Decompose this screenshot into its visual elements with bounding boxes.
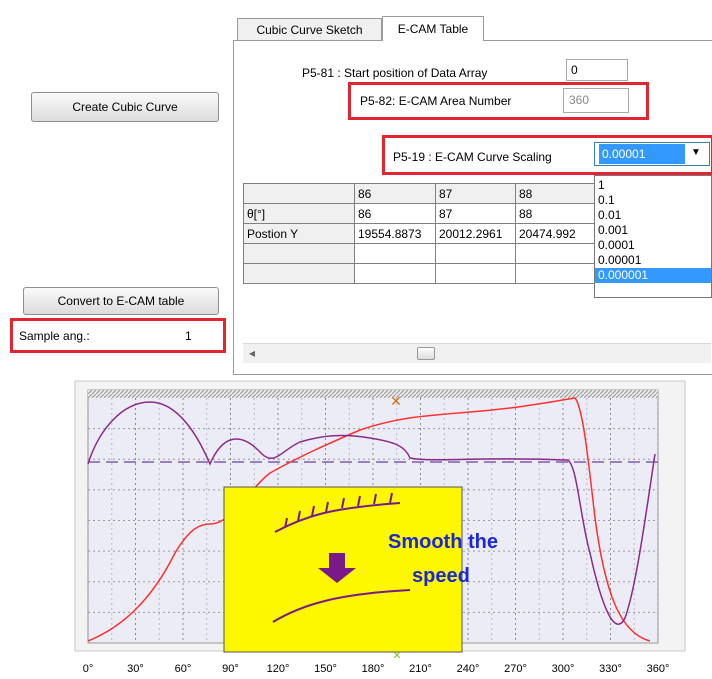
row-label: θ[°] [243, 203, 355, 224]
scaling-option[interactable]: 0.00001 [595, 253, 711, 268]
x-tick-label: 240° [457, 663, 480, 675]
chart-top-hatch [88, 390, 658, 398]
x-tick-label: 330° [599, 663, 622, 675]
table-header-cell: 87 [435, 183, 516, 204]
p5-19-label: P5-19 : E-CAM Curve Scaling [393, 150, 552, 164]
scaling-option-highlighted[interactable]: 0.000001 [595, 268, 711, 283]
scaling-option[interactable]: 0.1 [595, 193, 711, 208]
marker-bottom-icon: ✕ [392, 650, 401, 662]
x-tick-label: 90° [222, 663, 239, 675]
scaling-option[interactable]: 0.0001 [595, 238, 711, 253]
x-axis-tick-labels: 0° 30° 60° 90° 120° 150° 180° 210° 240° 270° 300° 3… [83, 663, 670, 675]
x-tick-label: 210° [409, 663, 432, 675]
chevron-down-icon[interactable]: ▼ [691, 147, 701, 158]
table-cell[interactable] [515, 243, 596, 264]
x-tick-label: 300° [552, 663, 575, 675]
table-header-cell: 86 [354, 183, 436, 204]
table-cell[interactable]: 86 [354, 203, 436, 224]
x-tick-label: 0° [83, 663, 94, 675]
table-cell[interactable]: 20474.992 [515, 223, 596, 244]
table-row: Postion Y 19554.8873 20012.2961 20474.99… [243, 223, 596, 244]
table-cell[interactable]: 20012.2961 [435, 223, 516, 244]
table-cell[interactable] [515, 263, 596, 284]
x-tick-label: 30° [127, 663, 144, 675]
table-cell[interactable] [354, 263, 436, 284]
table-cell[interactable]: 88 [515, 203, 596, 224]
curve-scaling-options: 1 0.1 0.01 0.001 0.0001 0.00001 0.000001 [594, 175, 712, 298]
smooth-speed-callout: Smooth the speed [223, 486, 498, 653]
table-cell[interactable] [435, 263, 516, 284]
tab-cubic-curve-sketch[interactable]: Cubic Curve Sketch [237, 18, 382, 40]
table-row [243, 263, 596, 284]
x-tick-label: 270° [504, 663, 527, 675]
curve-scaling-select[interactable]: 0.00001 ▼ [594, 142, 710, 166]
table-cell[interactable]: 87 [435, 203, 516, 224]
p5-82-label: P5-82: E-CAM Area Number [360, 94, 512, 108]
x-tick-label: 60° [175, 663, 192, 675]
scaling-option[interactable]: 0.001 [595, 223, 711, 238]
table-cell[interactable] [435, 243, 516, 264]
table-header-row: 86 87 88 [243, 183, 596, 204]
cam-curve-chart: ✕ Smooth the speed ✕ 0° 30° 60° 90° 120° 150°… [74, 380, 686, 675]
scroll-left-icon[interactable]: ◂ [249, 346, 255, 360]
tab-ecam-table[interactable]: E-CAM Table [382, 16, 484, 41]
sample-angle-input[interactable]: 1 [185, 329, 215, 343]
callout-text-line1: Smooth the [388, 531, 498, 553]
scrollbar-thumb[interactable] [417, 347, 435, 360]
table-cell[interactable]: 19554.8873 [354, 223, 436, 244]
scaling-option[interactable]: 0.01 [595, 208, 711, 223]
create-cubic-curve-button[interactable]: Create Cubic Curve [31, 92, 219, 122]
table-corner-cell [243, 183, 355, 204]
table-row: θ[°] 86 87 88 [243, 203, 596, 224]
x-tick-label: 180° [362, 663, 385, 675]
table-header-cell: 88 [515, 183, 596, 204]
x-tick-label: 360° [647, 663, 670, 675]
x-tick-label: 120° [267, 663, 290, 675]
p5-81-input[interactable]: 0 [566, 59, 628, 81]
x-tick-label: 150° [314, 663, 337, 675]
sample-angle-label: Sample ang.: [19, 329, 90, 343]
p5-81-label: P5-81 : Start position of Data Array [302, 66, 488, 80]
row-label [243, 263, 355, 284]
table-row [243, 243, 596, 264]
marker-x-icon: ✕ [390, 393, 402, 409]
convert-ecam-table-button[interactable]: Convert to E-CAM table [23, 287, 219, 315]
scaling-option[interactable]: 1 [595, 178, 711, 193]
sample-angle-highlight: Sample ang.: 1 [10, 318, 226, 353]
table-cell[interactable] [354, 243, 436, 264]
curve-scaling-value: 0.00001 [599, 144, 685, 164]
row-label [243, 243, 355, 264]
p5-82-input: 360 [563, 88, 629, 113]
horizontal-scrollbar[interactable]: ◂ [243, 343, 711, 363]
row-label: Postion Y [243, 223, 355, 244]
callout-text-line2: speed [412, 565, 470, 587]
ecam-data-grid: 86 87 88 θ[°] 86 87 88 Postion Y 19554.8… [243, 183, 596, 301]
